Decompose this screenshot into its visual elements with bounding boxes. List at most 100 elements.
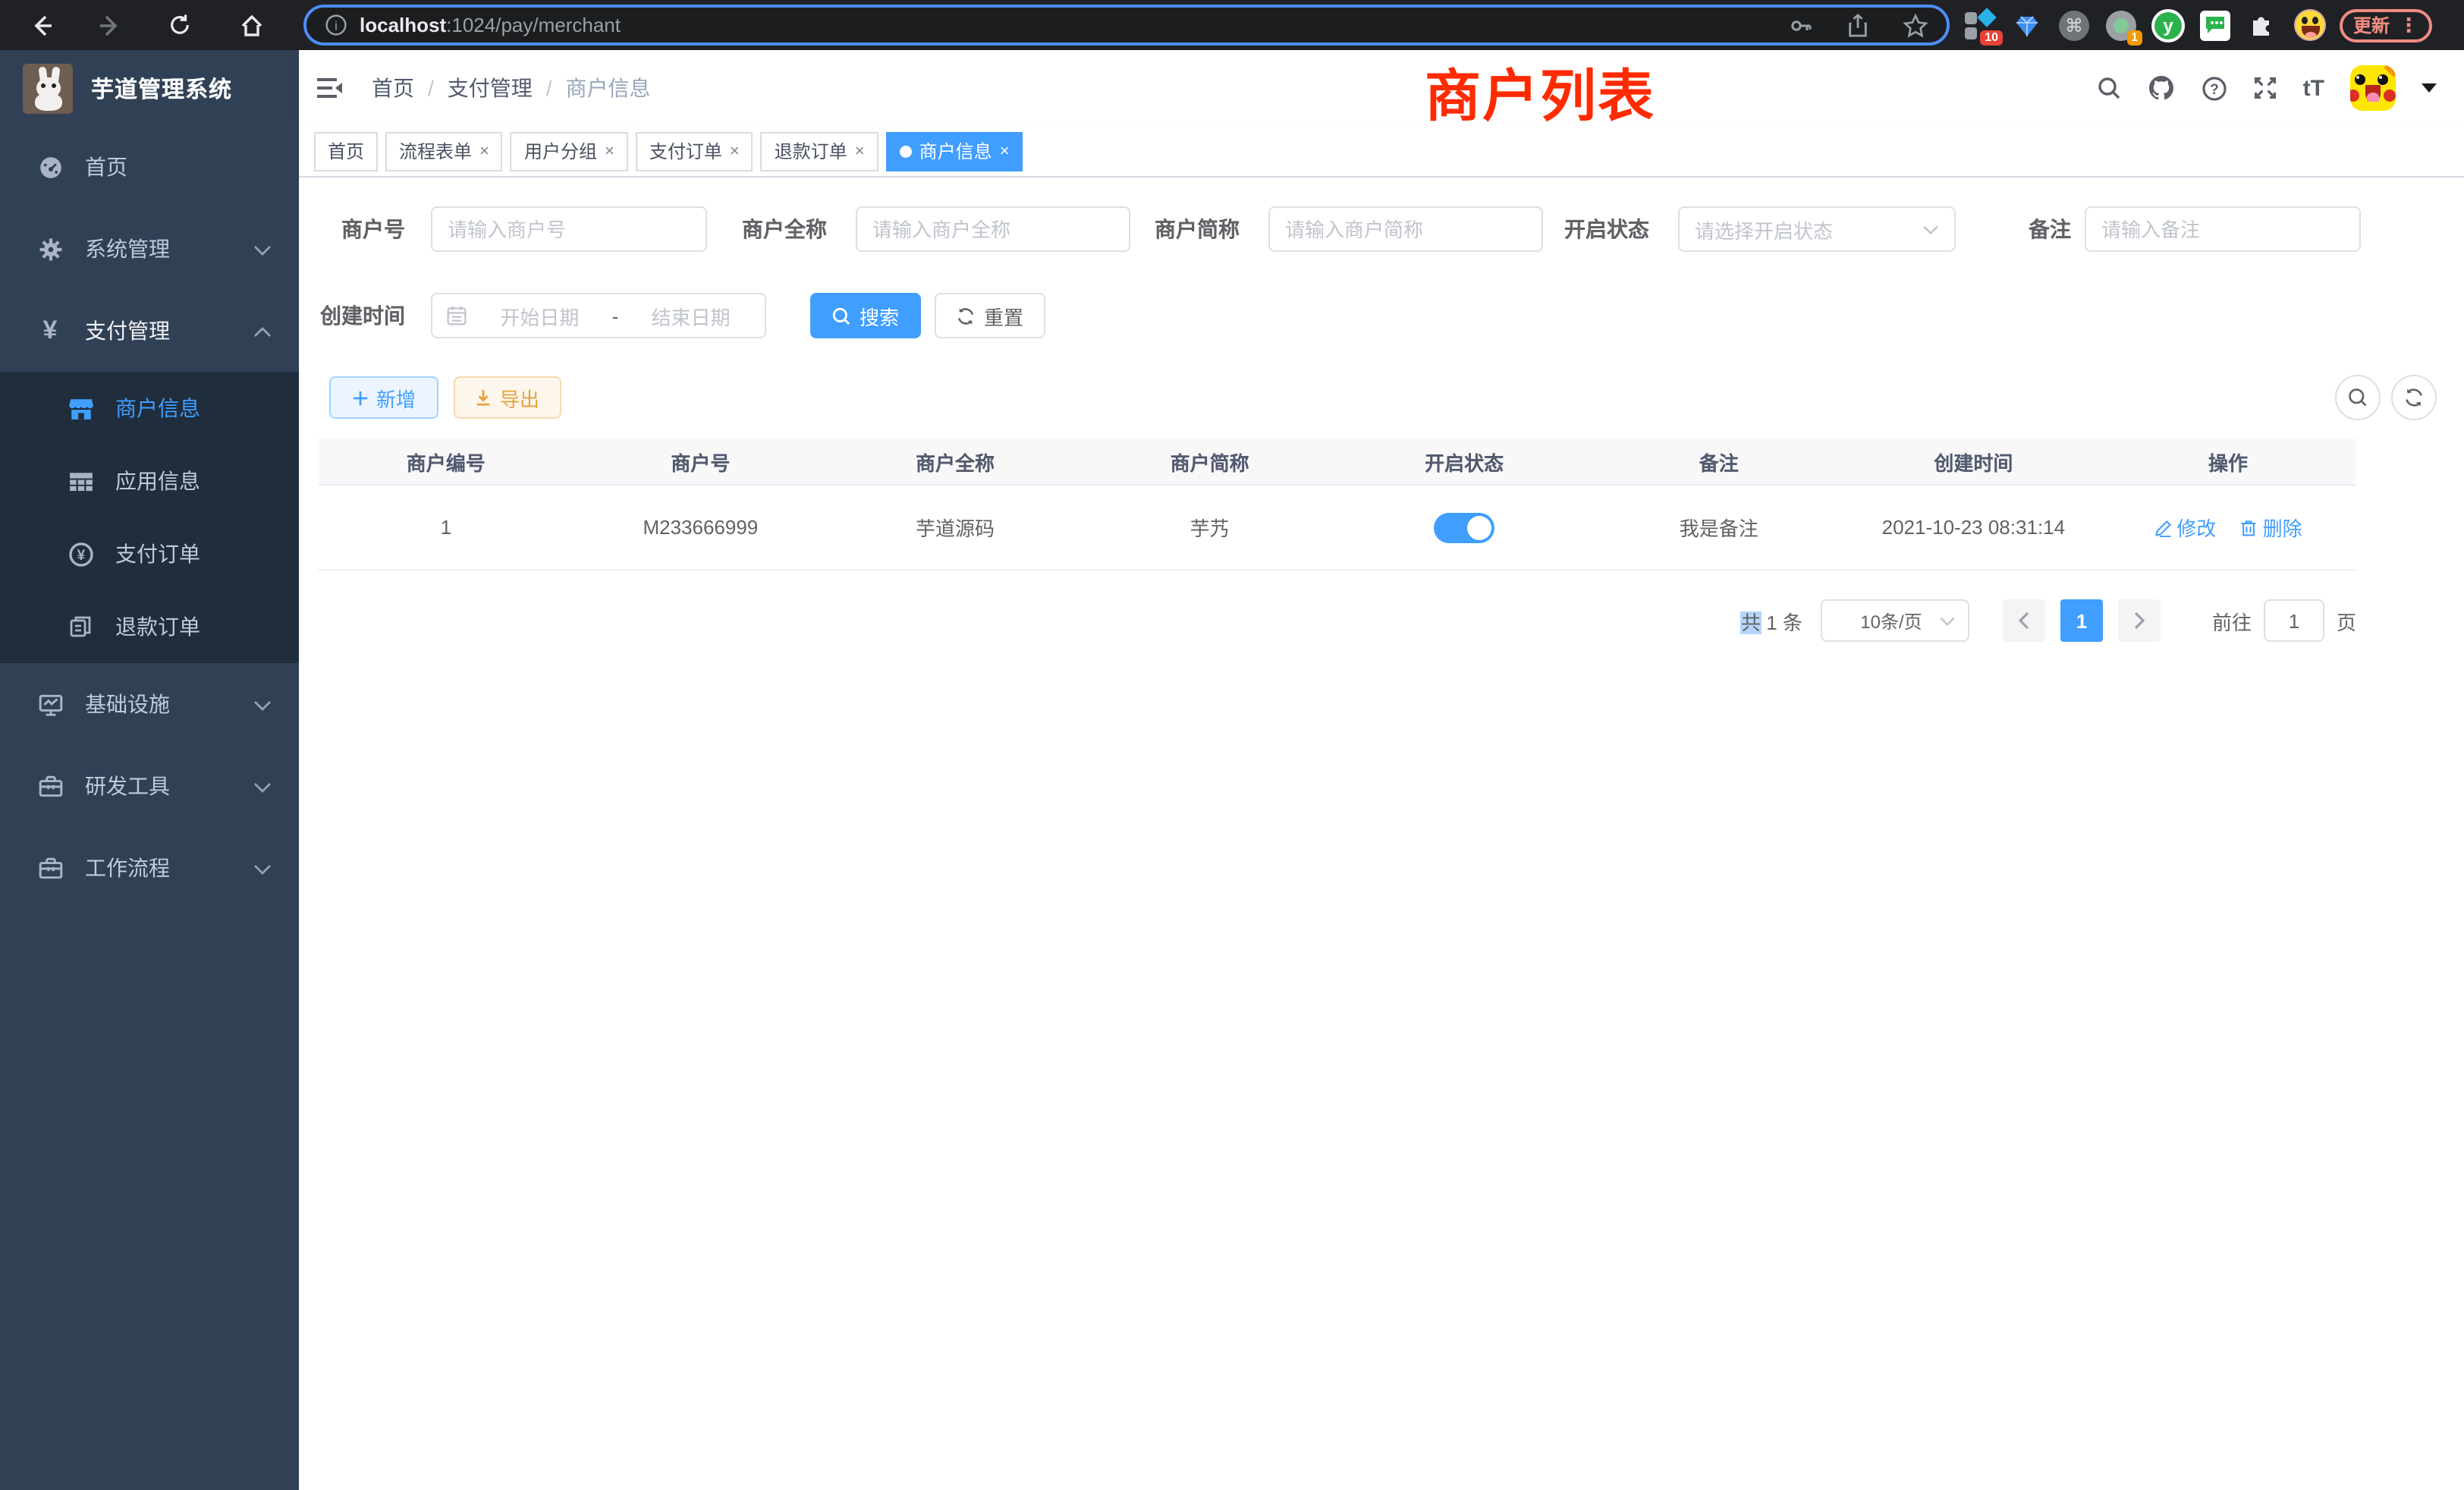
- close-tab-icon[interactable]: ×: [605, 142, 614, 160]
- tab-merchant-info-active[interactable]: 商户信息 ×: [886, 131, 1023, 171]
- sidebar-item-system[interactable]: 系统管理: [0, 208, 299, 290]
- gem-extension-icon[interactable]: [2010, 8, 2044, 42]
- tab-user-group[interactable]: 用户分组 ×: [511, 131, 628, 171]
- toolbar-search-toggle-button[interactable]: [2335, 375, 2381, 420]
- search-button[interactable]: 搜索: [810, 293, 921, 338]
- address-bar[interactable]: i localhost:1024/pay/merchant: [303, 5, 1950, 46]
- full-name-input[interactable]: [856, 206, 1130, 252]
- github-icon[interactable]: [2147, 74, 2176, 102]
- close-tab-icon[interactable]: ×: [855, 142, 865, 160]
- status-toggle[interactable]: [1434, 512, 1494, 542]
- next-page-button[interactable]: [2118, 599, 2161, 642]
- help-icon[interactable]: ?: [2202, 75, 2227, 101]
- sidebar-item-merchant-info[interactable]: 商户信息: [0, 372, 299, 445]
- sidebar-item-label: 支付订单: [115, 539, 272, 569]
- col-header: 商户号: [574, 447, 828, 476]
- fullscreen-icon[interactable]: [2253, 76, 2277, 100]
- sidebar-item-workflow[interactable]: 工作流程: [0, 827, 299, 909]
- tab-home[interactable]: 首页: [314, 131, 378, 171]
- status-select[interactable]: 请选择开启状态: [1678, 206, 1956, 252]
- sidebar-item-refund-order[interactable]: 退款订单: [0, 590, 299, 663]
- prev-page-button[interactable]: [2003, 599, 2045, 642]
- create-time-range-picker[interactable]: 开始日期 - 结束日期: [431, 293, 766, 338]
- pixel-extension-icon[interactable]: 10: [1963, 8, 1997, 42]
- tab-label: 用户分组: [524, 138, 597, 164]
- breadcrumb-payment[interactable]: 支付管理: [448, 73, 533, 103]
- delete-link[interactable]: 删除: [2240, 513, 2302, 542]
- export-button[interactable]: 导出: [454, 376, 561, 419]
- back-arrow-icon: [30, 13, 55, 37]
- chat-extension-icon[interactable]: [2198, 8, 2232, 42]
- close-tab-icon[interactable]: ×: [1000, 142, 1010, 160]
- refresh-icon: [957, 306, 976, 325]
- cell-actions: 修改 删除: [2101, 513, 2356, 542]
- header-search-icon[interactable]: [2097, 76, 2121, 100]
- browser-forward-button[interactable]: [88, 0, 130, 50]
- browser-back-button[interactable]: [21, 0, 64, 50]
- avatar-dropdown-caret-icon[interactable]: [2422, 83, 2437, 93]
- breadcrumb-separator: /: [546, 76, 552, 100]
- sidebar-item-dev-tools[interactable]: 研发工具: [0, 745, 299, 827]
- download-icon: [476, 388, 492, 407]
- start-date-placeholder[interactable]: 开始日期: [479, 301, 600, 330]
- end-date-placeholder[interactable]: 结束日期: [630, 301, 751, 330]
- sidebar-item-infrastructure[interactable]: 基础设施: [0, 663, 299, 745]
- close-tab-icon[interactable]: ×: [479, 142, 489, 160]
- status-label: 开启状态: [1555, 206, 1649, 252]
- page-content: 商户号 商户全称 商户简称 开启状态 请选择开启状态 备注 创建时间 开始日期: [299, 178, 2464, 1488]
- tab-process-form[interactable]: 流程表单×: [385, 131, 503, 171]
- table-header-row: 商户编号 商户号 商户全称 商户简称 开启状态 备注 创建时间 操作: [319, 439, 2356, 486]
- remark-label: 备注: [1980, 206, 2071, 252]
- browser-menu-icon[interactable]: ⋮: [2399, 13, 2418, 37]
- delete-link-label: 删除: [2263, 513, 2302, 542]
- app-window: 芋道管理系统 首页 系统管理 ¥: [0, 50, 2464, 1490]
- extensions-puzzle-icon[interactable]: [2246, 8, 2279, 42]
- home-icon: [240, 13, 264, 37]
- tab-refund-order[interactable]: 退款订单×: [761, 131, 878, 171]
- close-tab-icon[interactable]: ×: [730, 142, 740, 160]
- page-number-1[interactable]: 1: [2060, 599, 2103, 642]
- jump-page-input[interactable]: [2264, 599, 2324, 642]
- create-time-label: 创建时间: [299, 293, 405, 338]
- password-key-icon[interactable]: [1789, 13, 1813, 37]
- reset-button[interactable]: 重置: [935, 293, 1045, 338]
- recorder-extension-icon[interactable]: 1: [2104, 8, 2138, 42]
- add-button[interactable]: 新增: [329, 376, 438, 419]
- edit-link[interactable]: 修改: [2154, 513, 2216, 542]
- share-icon[interactable]: [1846, 13, 1869, 37]
- page-size-select[interactable]: 10条/页: [1821, 599, 1969, 642]
- bookmark-star-icon[interactable]: [1903, 13, 1928, 37]
- sidebar-fold-button[interactable]: [314, 73, 344, 111]
- yuque-extension-icon[interactable]: y: [2151, 8, 2185, 42]
- font-size-icon[interactable]: tT: [2303, 75, 2324, 101]
- browser-reload-button[interactable]: [158, 0, 200, 50]
- breadcrumb-home[interactable]: 首页: [372, 73, 414, 103]
- tab-label: 商户信息: [919, 138, 992, 164]
- tab-label: 支付订单: [649, 138, 722, 164]
- browser-update-button[interactable]: 更新 ⋮: [2340, 8, 2432, 42]
- command-extension-icon[interactable]: ⌘: [2057, 8, 2091, 42]
- tab-pay-order[interactable]: 支付订单 ×: [636, 131, 753, 171]
- sidebar-item-app-info[interactable]: 应用信息: [0, 445, 299, 517]
- col-header: 商户编号: [319, 447, 574, 476]
- browser-home-button[interactable]: [231, 0, 273, 50]
- chevron-down-icon: [253, 774, 272, 798]
- merchant-no-input[interactable]: [431, 206, 707, 252]
- remark-input[interactable]: [2085, 206, 2361, 252]
- monitor-icon: [36, 691, 64, 717]
- toolbar-refresh-button[interactable]: [2391, 375, 2437, 420]
- sidebar-item-home[interactable]: 首页: [0, 126, 299, 208]
- sidebar-item-pay-order[interactable]: ¥ 支付订单: [0, 517, 299, 590]
- url-text[interactable]: localhost:1024/pay/merchant: [360, 14, 621, 36]
- sidebar-item-payment[interactable]: ¥ 支付管理: [0, 290, 299, 372]
- sidebar-menu: 首页 系统管理 ¥ 支付管理: [0, 126, 299, 909]
- site-info-icon[interactable]: i: [325, 14, 347, 36]
- sidebar-item-label: 商户信息: [115, 393, 272, 423]
- profile-emoji-icon[interactable]: [2293, 8, 2326, 42]
- hamburger-fold-icon: [314, 73, 344, 103]
- cell-remark: 我是备注: [1592, 513, 1846, 542]
- short-name-input[interactable]: [1268, 206, 1543, 252]
- user-avatar[interactable]: [2350, 65, 2396, 111]
- sidebar-logo[interactable]: 芋道管理系统: [0, 50, 299, 126]
- merchant-table: 商户编号 商户号 商户全称 商户简称 开启状态 备注 创建时间 操作 1 M23…: [319, 439, 2356, 571]
